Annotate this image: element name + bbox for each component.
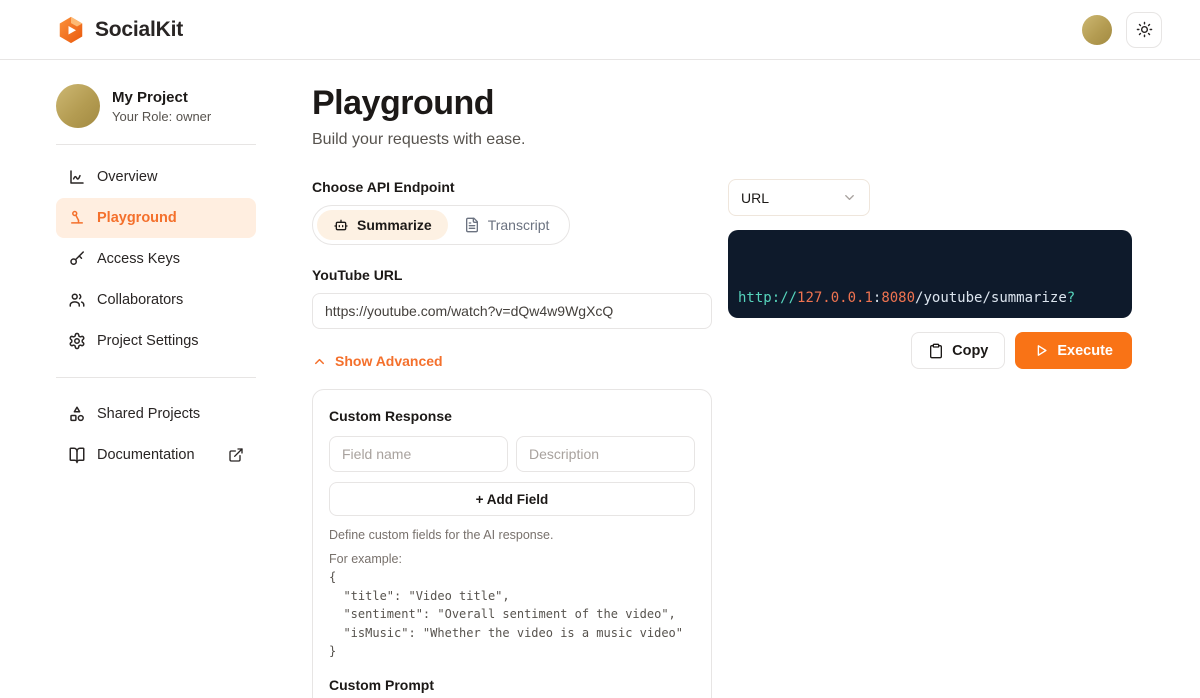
play-icon: [1034, 343, 1049, 358]
theme-toggle-button[interactable]: [1126, 12, 1162, 48]
execute-button[interactable]: Execute: [1015, 332, 1132, 369]
app-header: SocialKit: [0, 0, 1200, 60]
request-actions: Copy Execute: [728, 332, 1132, 369]
header-actions: [1082, 12, 1162, 48]
builder-column: Playground Build your requests with ease…: [312, 84, 712, 698]
youtube-url-input[interactable]: [312, 293, 712, 329]
youtube-url-label: YouTube URL: [312, 267, 712, 283]
custom-prompt-label: Custom Prompt: [329, 677, 695, 693]
advanced-options-card: Custom Response + Add Field Define custo…: [312, 389, 712, 698]
project-name: My Project: [112, 89, 211, 106]
sidebar-item-playground[interactable]: Playground: [56, 198, 256, 238]
project-avatar: [56, 84, 100, 128]
format-select-value: URL: [741, 190, 769, 206]
request-url-code-block[interactable]: http://127.0.0.1:8080/youtube/summarize?…: [728, 230, 1132, 318]
request-url-line: http://127.0.0.1:8080/youtube/summarize?: [738, 287, 1122, 310]
page-subtitle: Build your requests with ease.: [312, 131, 712, 149]
brand-name: SocialKit: [95, 18, 183, 42]
external-link-icon: [228, 447, 244, 463]
brand-logo[interactable]: SocialKit: [56, 15, 183, 45]
sidebar: My Project Your Role: owner Overview Pla…: [56, 84, 256, 698]
tab-label: Summarize: [357, 217, 432, 233]
page-content: My Project Your Role: owner Overview Pla…: [0, 60, 1200, 698]
chart-line-icon: [68, 168, 86, 186]
chevron-up-icon: [312, 354, 327, 369]
request-preview-column: URL http://127.0.0.1:8080/youtube/summar…: [728, 84, 1132, 698]
custom-response-help: Define custom fields for the AI response…: [329, 528, 695, 542]
execute-label: Execute: [1057, 343, 1113, 359]
copy-button[interactable]: Copy: [911, 332, 1005, 369]
custom-field-row: [329, 436, 695, 472]
clipboard-icon: [928, 343, 944, 359]
project-header: My Project Your Role: owner: [56, 84, 256, 145]
book-icon: [68, 446, 86, 464]
sidebar-item-label: Overview: [97, 169, 157, 185]
joystick-icon: [68, 209, 86, 227]
sidebar-divider: [56, 377, 256, 378]
custom-response-title: Custom Response: [329, 408, 695, 424]
sidebar-item-collaborators[interactable]: Collaborators: [56, 280, 256, 320]
main-area: Playground Build your requests with ease…: [312, 84, 1132, 698]
page-title: Playground: [312, 84, 712, 123]
show-advanced-label: Show Advanced: [335, 353, 443, 369]
sidebar-item-label: Shared Projects: [97, 406, 200, 422]
show-advanced-toggle[interactable]: Show Advanced: [312, 353, 712, 369]
sidebar-item-label: Playground: [97, 210, 177, 226]
endpoint-label: Choose API Endpoint: [312, 179, 712, 195]
bot-icon: [333, 217, 349, 233]
project-role: Your Role: owner: [112, 109, 211, 124]
shapes-icon: [68, 405, 86, 423]
example-json: { "title": "Video title", "sentiment": "…: [329, 568, 695, 661]
example-label: For example:: [329, 552, 695, 566]
sidebar-item-overview[interactable]: Overview: [56, 157, 256, 197]
sidebar-item-label: Access Keys: [97, 251, 180, 267]
sidebar-item-label: Documentation: [97, 447, 195, 463]
copy-label: Copy: [952, 343, 988, 359]
sidebar-item-label: Collaborators: [97, 292, 183, 308]
sidebar-item-documentation[interactable]: Documentation: [56, 435, 256, 475]
gear-icon: [68, 332, 86, 350]
tab-summarize[interactable]: Summarize: [317, 210, 448, 240]
chevron-down-icon: [842, 190, 857, 205]
socialkit-logo-icon: [56, 15, 86, 45]
sidebar-item-shared-projects[interactable]: Shared Projects: [56, 394, 256, 434]
format-select[interactable]: URL: [728, 179, 870, 216]
sidebar-item-label: Project Settings: [97, 333, 199, 349]
sun-icon: [1136, 21, 1153, 38]
tab-transcript[interactable]: Transcript: [448, 210, 566, 240]
user-avatar[interactable]: [1082, 15, 1112, 45]
sidebar-item-project-settings[interactable]: Project Settings: [56, 321, 256, 361]
field-name-input[interactable]: [329, 436, 508, 472]
key-icon: [68, 250, 86, 268]
users-icon: [68, 291, 86, 309]
sidebar-item-access-keys[interactable]: Access Keys: [56, 239, 256, 279]
field-description-input[interactable]: [516, 436, 695, 472]
add-field-button[interactable]: + Add Field: [329, 482, 695, 516]
endpoint-segmented-control: Summarize Transcript: [312, 205, 570, 245]
file-text-icon: [464, 217, 480, 233]
tab-label: Transcript: [488, 217, 550, 233]
